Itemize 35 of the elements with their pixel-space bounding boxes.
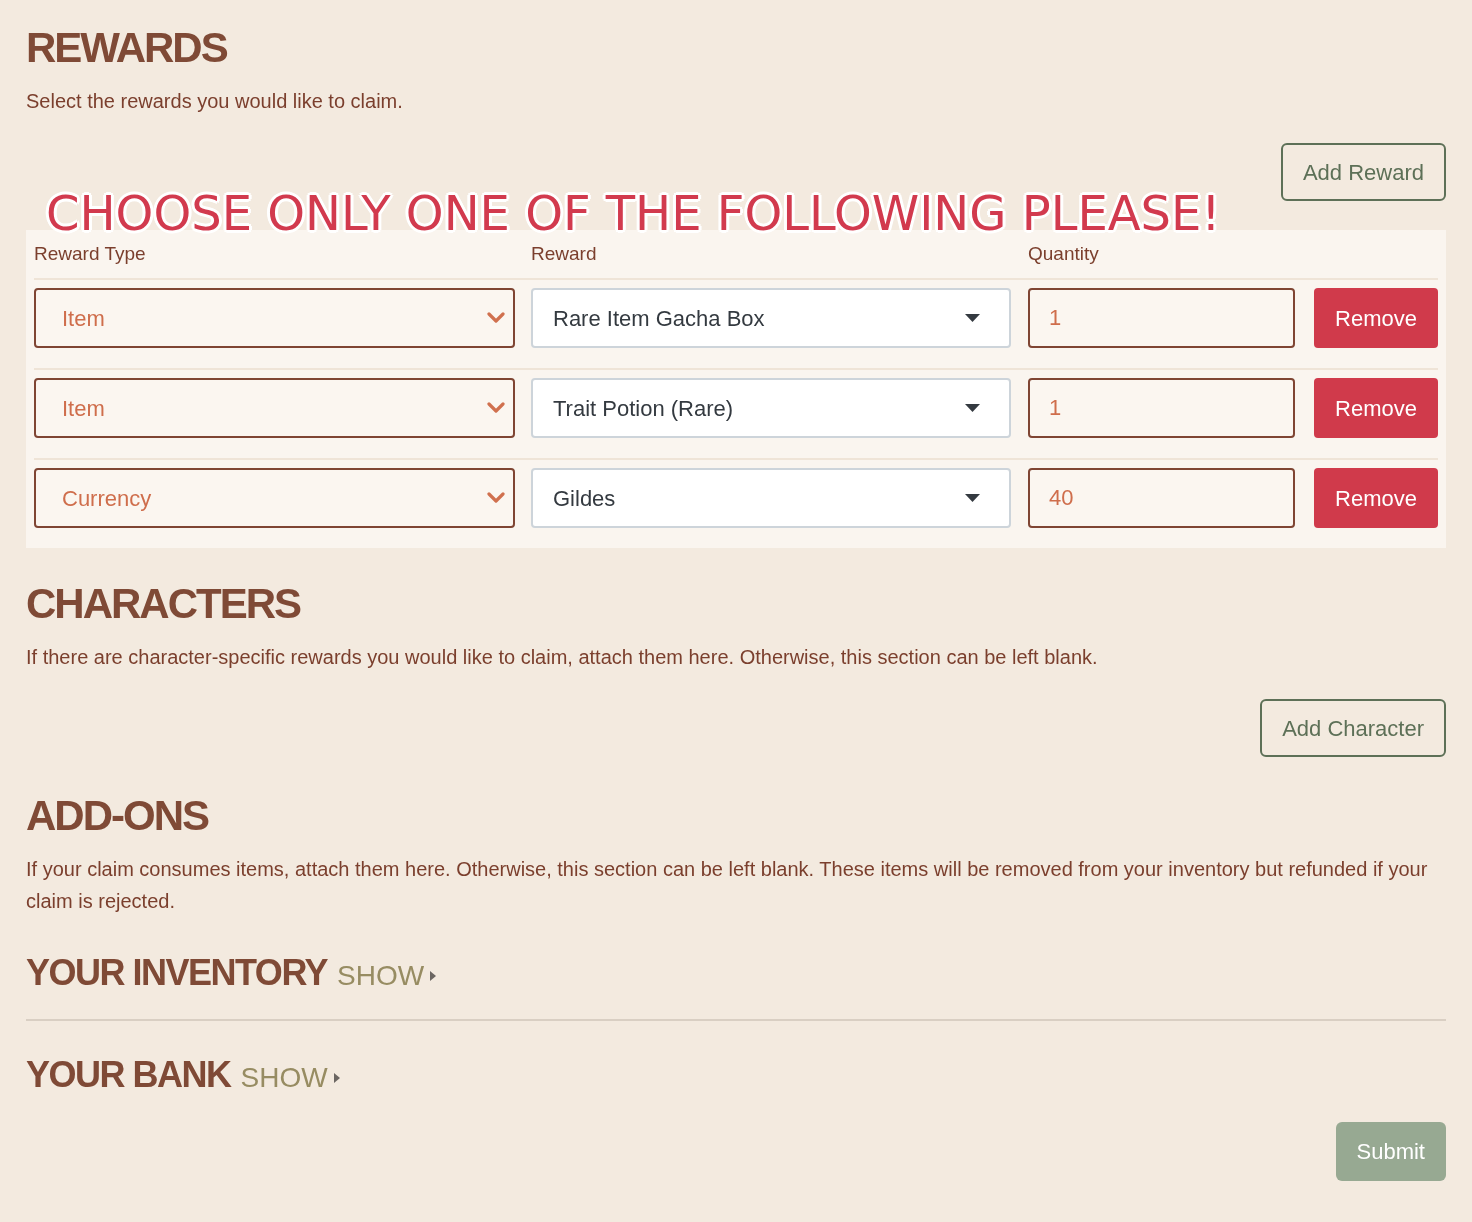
caret-down-icon (965, 494, 980, 502)
column-header: Quantity (1028, 242, 1099, 264)
quantity-input[interactable]: 1 (1028, 378, 1295, 438)
panel-heading: YOUR INVENTORY (26, 951, 328, 995)
section-heading: ADD-ONS (26, 791, 208, 841)
section-description: If there are character-specific rewards you would like to claim, attach them here. Otherwise, this section can be left blank. (26, 645, 1098, 670)
quantity-input[interactable]: 40 (1028, 468, 1295, 528)
reward-type-select[interactable]: Item (34, 378, 515, 438)
add-character-button[interactable]: Add Character (1260, 699, 1446, 757)
section-heading: REWARDS (26, 23, 227, 73)
chevron-down-icon (487, 402, 505, 414)
reward-select[interactable]: Trait Potion (Rare) (531, 378, 1011, 438)
panel-heading: YOUR BANK (26, 1053, 231, 1097)
reward-type-select[interactable]: Item (34, 288, 515, 348)
show-toggle[interactable]: SHOW (337, 955, 437, 997)
section-description: Select the rewards you would like to claim. (26, 89, 403, 114)
remove-button[interactable]: Remove (1314, 378, 1438, 438)
reward-select[interactable]: Gildes (531, 468, 1011, 528)
reward-select[interactable]: Rare Item Gacha Box (531, 288, 1011, 348)
caret-down-icon (965, 314, 980, 322)
add-reward-button[interactable]: Add Reward (1280, 143, 1446, 201)
section-description: If your claim consumes items, attach them here. Otherwise, this section can be left blank. These items will be removed from your inventory but refunded if your claim is rejected. (26, 857, 1429, 914)
submit-button[interactable]: Submit (1335, 1122, 1446, 1181)
column-header: Reward Type (34, 242, 146, 264)
quantity-input[interactable]: 1 (1028, 288, 1295, 348)
reward-type-select[interactable]: Currency (34, 468, 515, 528)
show-toggle[interactable]: SHOW (240, 1057, 340, 1099)
chevron-down-icon (487, 492, 505, 504)
notice-text: CHOOSE ONLY ONE OF THE FOLLOWING PLEASE! (46, 189, 1221, 237)
chevron-down-icon (487, 312, 505, 324)
remove-button[interactable]: Remove (1314, 468, 1438, 528)
column-header: Reward (531, 242, 597, 264)
section-heading: CHARACTERS (26, 579, 300, 629)
caret-down-icon (965, 404, 980, 412)
remove-button[interactable]: Remove (1314, 288, 1438, 348)
